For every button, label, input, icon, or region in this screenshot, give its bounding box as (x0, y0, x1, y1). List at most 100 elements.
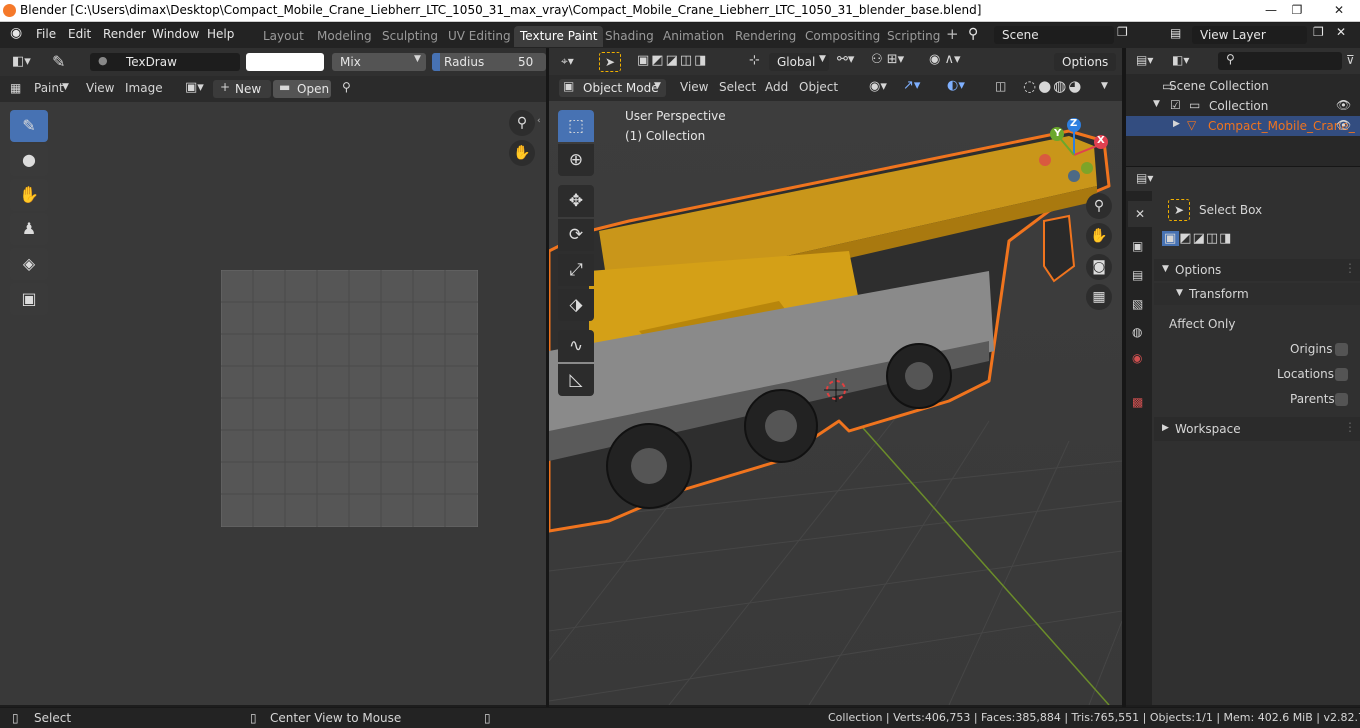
gizmo-toggle-icon[interactable]: ↗▾ (903, 78, 920, 93)
object-visibility-eye-icon[interactable]: 👁 (1336, 118, 1351, 132)
blender-menu-icon[interactable]: ◉ (10, 25, 22, 41)
menu-view[interactable]: View (86, 81, 114, 95)
move-tool-icon[interactable]: ✥ (558, 185, 594, 217)
filter-icon[interactable]: ⊽ (1346, 53, 1355, 67)
object-mode-select[interactable]: Object Mode (559, 79, 666, 97)
outliner-search-input[interactable] (1218, 52, 1342, 70)
select-mode-icons[interactable]: ▣◩◪◫◨ (637, 53, 708, 68)
viewport-pan-hand-icon[interactable]: ✋ (1086, 223, 1112, 249)
options-panel-header[interactable]: ▼ Options ⋮⋮ (1154, 259, 1360, 281)
image-browse-icon[interactable]: ▣▾ (185, 80, 204, 95)
display-mode-icon[interactable]: ◧▾ (1172, 53, 1189, 67)
workspace-panel-header[interactable]: ▶ Workspace ⋮⋮ (1154, 417, 1360, 441)
image-editor-canvas[interactable]: ✎ ● ✋ ♟ ◈ ▣ ⚲ ✋ ‹ (0, 102, 546, 705)
outliner-type-icon[interactable]: ▤▾ (1136, 53, 1153, 67)
snap-icon[interactable]: ⚇ ⊞▾ (871, 52, 904, 67)
select-tool-icon[interactable]: ➤ (599, 52, 621, 72)
new-view-layer-icon[interactable]: ❐ (1313, 25, 1324, 39)
tab-texture-paint[interactable]: Texture Paint (514, 26, 604, 47)
tool-fill-bucket-icon[interactable]: ◈ (10, 248, 48, 280)
tab-scripting[interactable]: Scripting (881, 26, 946, 47)
render-tab-icon[interactable]: ▣ (1132, 239, 1143, 253)
tab-modeling[interactable]: Modeling (311, 26, 378, 47)
blend-mode-select[interactable]: Mix (332, 53, 426, 71)
editor-type-icon[interactable]: ◧▾ (12, 54, 31, 69)
radius-slider[interactable]: Radius 50 px (432, 53, 546, 87)
3d-viewport[interactable]: User Perspective (1) Collection ⬚ ⊕ ✥ ⟳ … (549, 101, 1122, 705)
menu-help[interactable]: Help (207, 27, 234, 41)
select-box-tool-icon[interactable]: ⬚ (558, 110, 594, 142)
options-dropdown[interactable]: Options (1054, 53, 1116, 71)
output-tab-icon[interactable]: ▤ (1132, 268, 1143, 282)
measure-tool-icon[interactable]: ◺ (558, 364, 594, 396)
tool-smear-icon[interactable]: ✋ (10, 179, 48, 211)
texture-tab-icon[interactable]: ▩ (1132, 395, 1143, 409)
sidebar-toggle-icon[interactable]: ‹ (537, 116, 541, 126)
pin-icon[interactable]: ⚲ (342, 80, 351, 94)
menu-edit[interactable]: Edit (68, 27, 91, 41)
tab-animation[interactable]: Animation (657, 26, 730, 47)
tool-soften-drop-icon[interactable]: ● (10, 144, 48, 176)
editor-type-3d-icon[interactable]: ⌖▾ (561, 54, 574, 69)
parents-checkbox[interactable] (1335, 393, 1348, 406)
view-layer-field[interactable]: View Layer (1192, 26, 1307, 44)
select-mode-buttons[interactable]: ▣ ◩◪◫◨ (1162, 231, 1232, 246)
collection-visibility-eye-icon[interactable]: 👁 (1336, 98, 1351, 112)
object-row[interactable]: ▶ ▽ Compact_Mobile_Crane_ 👁 (1126, 116, 1360, 136)
rotate-tool-icon[interactable]: ⟳ (558, 219, 594, 251)
view-layer-icon[interactable]: ▤ (1170, 26, 1181, 40)
new-scene-icon[interactable]: ❐ (1117, 25, 1128, 39)
menu-render[interactable]: Render (103, 27, 146, 41)
viewport-menu-add[interactable]: Add (765, 80, 788, 94)
properties-type-icon[interactable]: ▤▾ (1136, 171, 1153, 185)
locations-checkbox[interactable] (1335, 368, 1348, 381)
transform-subpanel-header[interactable]: ▼ Transform (1154, 283, 1360, 305)
remove-view-layer-icon[interactable]: ✕ (1336, 25, 1346, 39)
tool-clone-stamp-icon[interactable]: ♟ (10, 213, 48, 245)
camera-view-icon[interactable]: ◙ (1086, 254, 1112, 280)
overlay-toggle-icon[interactable]: ◐▾ (947, 78, 965, 93)
ortho-grid-icon[interactable]: ▦ (1086, 284, 1112, 310)
xray-icon[interactable]: ◫ (995, 79, 1006, 93)
viewport-menu-select[interactable]: Select (719, 80, 756, 94)
drag-handle-icon[interactable]: ⋮⋮ (1344, 261, 1360, 275)
brush-icon[interactable]: ✎ (52, 52, 65, 71)
scene-field[interactable]: Scene (994, 26, 1114, 44)
close-button[interactable]: ✕ (1318, 1, 1360, 19)
maximize-button[interactable]: ❐ (1284, 1, 1310, 19)
object-expand-icon[interactable]: ▶ (1173, 119, 1180, 129)
scene-icon[interactable]: ⚲ (968, 26, 978, 42)
area-divider-left[interactable] (546, 48, 549, 707)
mode-select[interactable]: Paint (34, 81, 64, 95)
shading-mode-icons[interactable]: ◌●◍◕ (1023, 77, 1083, 95)
tab-layout[interactable]: Layout (257, 26, 310, 47)
color-swatch[interactable] (246, 53, 324, 71)
transform-tool-icon[interactable]: ⬗ (558, 289, 594, 321)
tool-mask-icon[interactable]: ▣ (10, 283, 48, 315)
minimize-button[interactable]: — (1258, 1, 1284, 19)
view-layer-tab-icon[interactable]: ▧ (1132, 297, 1143, 311)
cursor-tool-icon[interactable]: ⊕ (558, 144, 594, 176)
tab-compositing[interactable]: Compositing (799, 26, 886, 47)
menu-file[interactable]: File (36, 27, 56, 41)
viewport-zoom-icon[interactable]: ⚲ (1086, 193, 1112, 219)
proportional-edit-icon[interactable]: ◉ ∧▾ (929, 52, 961, 67)
scale-tool-icon[interactable]: ⤢ (558, 254, 594, 286)
shading-chevron-icon[interactable]: ▼ (1101, 81, 1108, 91)
add-workspace-icon[interactable]: + (946, 25, 959, 43)
collection-checkbox-icon[interactable]: ☑ (1170, 98, 1181, 112)
zoom-icon[interactable]: ⚲ (509, 110, 535, 136)
pivot-icon[interactable]: ⚯▾ (837, 52, 854, 67)
collection-expand-icon[interactable]: ▼ (1153, 99, 1160, 109)
viewport-menu-view[interactable]: View (680, 80, 708, 94)
visibility-icon[interactable]: ◉▾ (869, 79, 887, 94)
scene-tab-icon[interactable]: ◍ (1132, 325, 1142, 339)
pan-hand-icon[interactable]: ✋ (509, 140, 535, 166)
tool-draw-brush-icon[interactable]: ✎ (10, 110, 48, 142)
tab-sculpting[interactable]: Sculpting (376, 26, 444, 47)
viewport-menu-object[interactable]: Object (799, 80, 838, 94)
menu-window[interactable]: Window (152, 27, 199, 41)
tab-uv-editing[interactable]: UV Editing (442, 26, 517, 47)
annotate-tool-icon[interactable]: ∿ (558, 330, 594, 362)
collection-label[interactable]: Collection (1209, 99, 1268, 113)
